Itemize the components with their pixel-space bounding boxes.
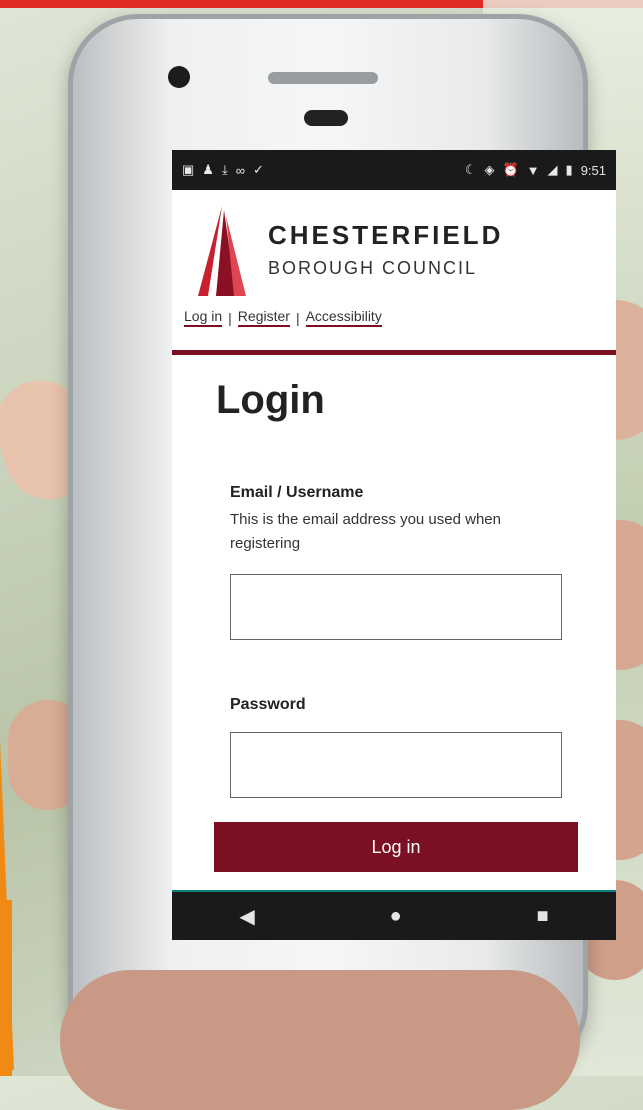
- org-subtitle: BOROUGH COUNCIL: [268, 258, 478, 278]
- top-nav: Log in | Register | Accessibility: [184, 308, 382, 327]
- voicemail-icon: ∞: [235, 162, 245, 178]
- vibrate-icon: ◈: [484, 162, 495, 177]
- phone-screen: ▣ ♟ ⤓ ∞ ✓ ☾ ◈ ⏰ ▼ ◢ ▮ 9:51 CHESTERFIELD …: [172, 150, 616, 940]
- email-label: Email / Username: [230, 484, 364, 501]
- proximity-sensor: [304, 110, 348, 126]
- front-camera: [168, 66, 190, 88]
- page-title: Login: [216, 378, 325, 422]
- battery-icon: ▮: [565, 162, 573, 177]
- signal-icon: ◢: [547, 162, 558, 177]
- battery-saver-icon: ☾: [464, 162, 477, 177]
- status-right-icons: ☾ ◈ ⏰ ▼ ◢ ▮ 9:51: [465, 162, 606, 178]
- back-icon[interactable]: ◀: [239, 904, 254, 929]
- android-nav-bar: ◀ ● ■: [172, 892, 616, 940]
- status-left-icons: ▣ ♟ ⤓ ∞ ✓: [182, 162, 264, 178]
- nav-register-link[interactable]: Register: [237, 308, 290, 327]
- password-input[interactable]: [230, 732, 562, 798]
- nav-separator: |: [228, 309, 232, 326]
- download-icon: ⤓: [221, 162, 228, 177]
- earpiece-speaker: [268, 72, 378, 84]
- wifi-icon: ▼: [526, 162, 540, 178]
- nav-separator: |: [295, 309, 300, 326]
- header-divider: [172, 350, 616, 355]
- phone: ▣ ♟ ⤓ ∞ ✓ ☾ ◈ ⏰ ▼ ◢ ▮ 9:51 CHESTERFIELD …: [68, 14, 616, 1074]
- check-icon: ✓: [252, 162, 264, 177]
- bottom-hand: [60, 970, 580, 1110]
- orange-accent-fill: [0, 900, 12, 1076]
- recent-apps-icon[interactable]: ■: [536, 905, 548, 928]
- alarm-icon: ⏰: [502, 162, 519, 177]
- person-icon: ♟: [202, 162, 214, 177]
- nav-login-link[interactable]: Log in: [184, 308, 223, 327]
- status-bar: ▣ ♟ ⤓ ∞ ✓ ☾ ◈ ⏰ ▼ ◢ ▮ 9:51: [172, 150, 616, 190]
- nav-accessibility-link[interactable]: Accessibility: [305, 308, 382, 327]
- status-time: 9:51: [580, 162, 606, 178]
- org-name: CHESTERFIELD: [268, 220, 504, 250]
- home-icon[interactable]: ●: [390, 905, 402, 928]
- password-label: Password: [230, 696, 306, 713]
- login-button[interactable]: Log in: [214, 822, 578, 872]
- site-header: CHESTERFIELD BOROUGH COUNCIL Log in | Re…: [172, 190, 616, 352]
- email-help-text: This is the email address you used when …: [230, 511, 501, 552]
- council-logo-icon[interactable]: [196, 206, 246, 296]
- email-input[interactable]: [230, 574, 562, 640]
- notification-icon: ▣: [182, 162, 195, 177]
